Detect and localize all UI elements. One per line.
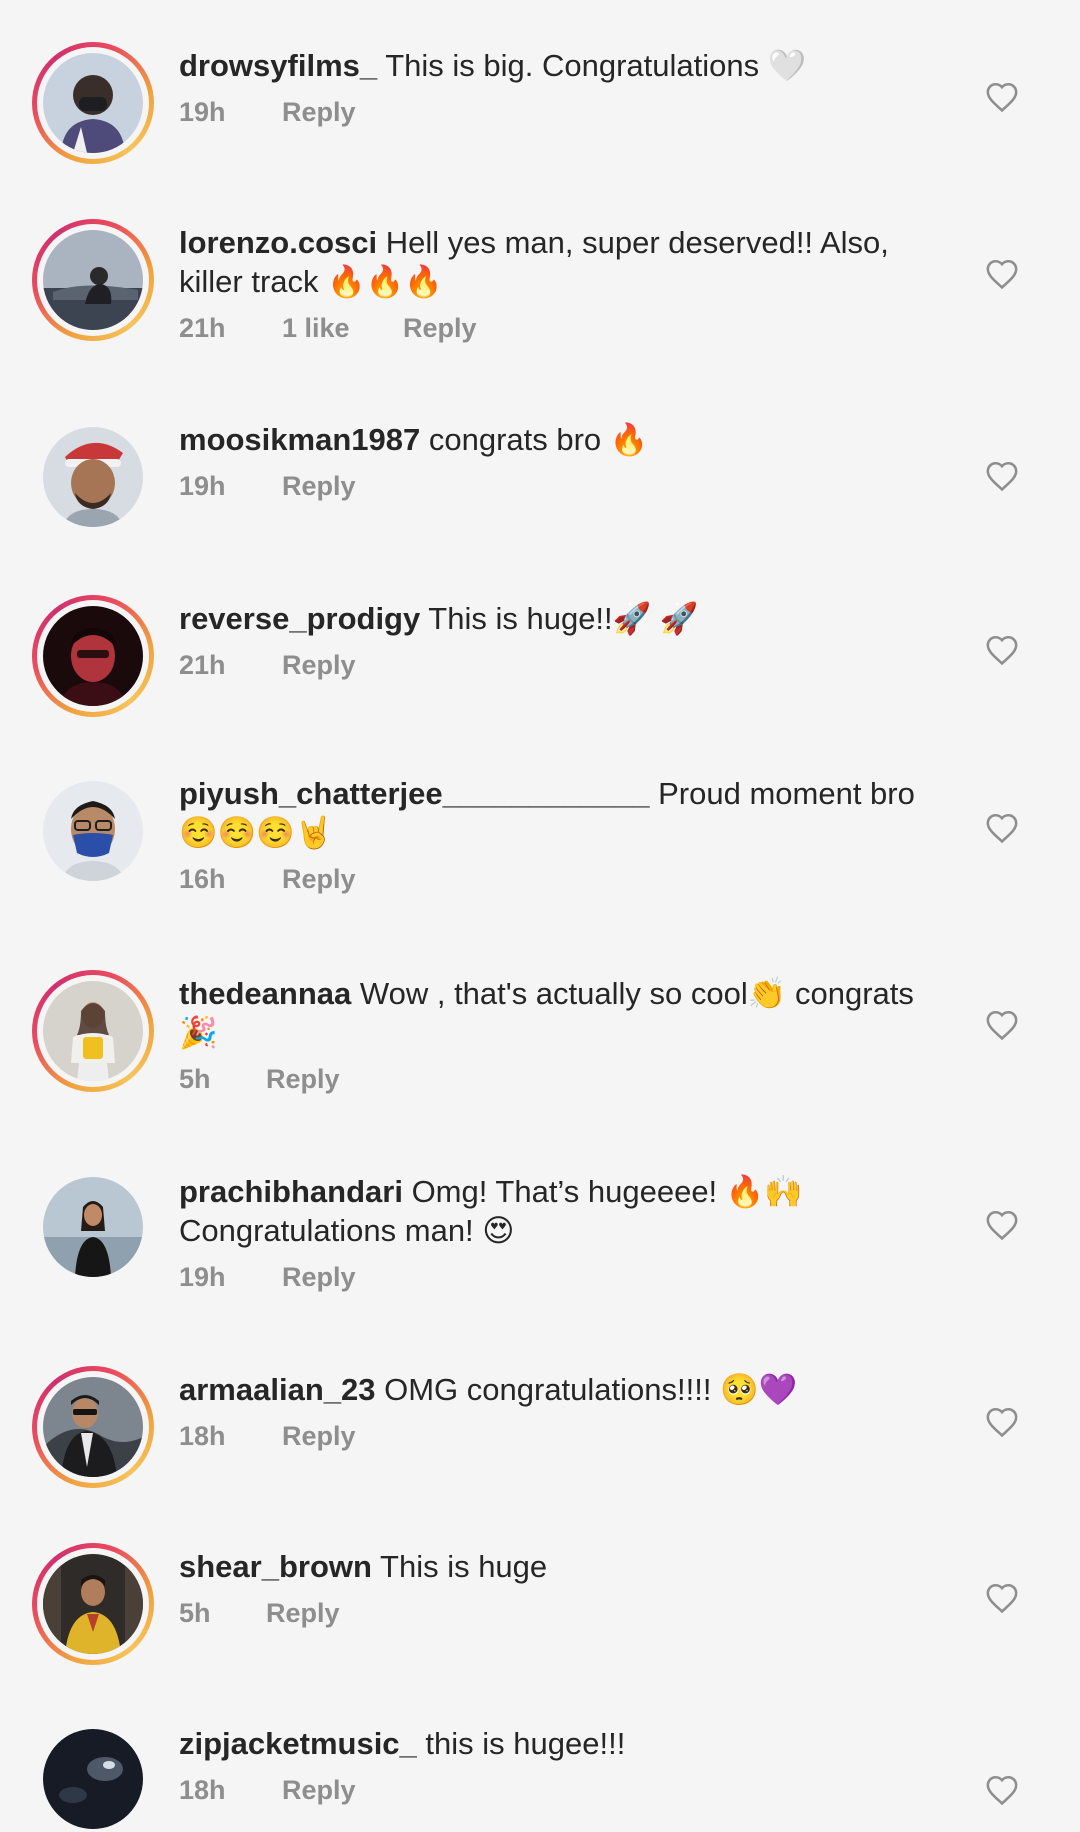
avatar-story-ring[interactable] xyxy=(32,970,154,1092)
avatar xyxy=(43,781,143,881)
avatar-story-ring[interactable] xyxy=(32,1366,154,1488)
comment-list: drowsyfilms_ This is big. Congratulation… xyxy=(0,0,1080,1832)
like-heart-icon[interactable] xyxy=(985,634,1019,666)
comment-item: lorenzo.cosci Hell yes man, super deserv… xyxy=(0,217,1080,397)
like-count[interactable]: 1 like xyxy=(282,313,403,344)
avatar xyxy=(43,1377,143,1477)
reply-button[interactable]: Reply xyxy=(282,471,356,502)
comment-text: This is big. Congratulations 🤍 xyxy=(385,48,807,83)
comment-text: This is huge!!🚀 🚀 xyxy=(428,601,699,636)
like-heart-icon[interactable] xyxy=(985,1406,1019,1438)
avatar xyxy=(43,230,143,330)
like-heart-icon[interactable] xyxy=(985,1009,1019,1041)
avatar xyxy=(43,1177,143,1277)
avatar-story-ring[interactable] xyxy=(32,1543,154,1665)
comment-text: this is hugee!!! xyxy=(425,1726,626,1761)
comment-username[interactable]: shear_brown xyxy=(179,1549,372,1584)
avatar xyxy=(43,1729,143,1829)
reply-button[interactable]: Reply xyxy=(266,1064,340,1095)
comment-username[interactable]: thedeannaa xyxy=(179,976,351,1011)
comment-username[interactable]: reverse_prodigy xyxy=(179,601,420,636)
like-heart-icon[interactable] xyxy=(985,258,1019,290)
comment-time: 16h xyxy=(179,864,226,894)
comment-time: 21h xyxy=(179,650,226,680)
comment-time: 19h xyxy=(179,471,226,501)
comment-username[interactable]: lorenzo.cosci xyxy=(179,225,377,260)
avatar-wrap[interactable] xyxy=(43,427,143,527)
abstract-dark-avatar xyxy=(43,1729,143,1829)
comment-item: zipjacketmusic_ this is hugee!!! 18h Rep… xyxy=(0,1718,1080,1832)
avatar-wrap[interactable] xyxy=(43,1729,143,1829)
comment-text: This is huge xyxy=(380,1549,548,1584)
person-yellow-jacket-avatar xyxy=(43,1554,143,1654)
reply-button[interactable]: Reply xyxy=(282,864,356,895)
reply-button[interactable]: Reply xyxy=(266,1598,340,1629)
comment-username[interactable]: moosikman1987 xyxy=(179,422,420,457)
avatar-story-ring[interactable] xyxy=(32,219,154,341)
avatar xyxy=(43,981,143,1081)
reply-button[interactable]: Reply xyxy=(282,97,356,128)
reply-button[interactable]: Reply xyxy=(282,1775,356,1806)
comment-item: drowsyfilms_ This is big. Congratulation… xyxy=(0,40,1080,190)
comment-username[interactable]: armaalian_23 xyxy=(179,1372,375,1407)
comment-time: 18h xyxy=(179,1775,226,1805)
avatar xyxy=(43,53,143,153)
person-red-light-avatar xyxy=(43,606,143,706)
person-sunglasses-avatar xyxy=(43,1377,143,1477)
reply-button[interactable]: Reply xyxy=(282,1421,356,1452)
like-heart-icon[interactable] xyxy=(985,460,1019,492)
comment-text: OMG congratulations!!!! 🥺💜 xyxy=(384,1372,798,1407)
avatar-story-ring[interactable] xyxy=(32,595,154,717)
avatar-story-ring[interactable] xyxy=(32,42,154,164)
comment-time: 19h xyxy=(179,97,226,127)
comment-item: shear_brown This is huge 5h Reply xyxy=(0,1541,1080,1691)
like-heart-icon[interactable] xyxy=(985,1209,1019,1241)
person-yellow-top-avatar xyxy=(43,981,143,1081)
person-santa-hat-avatar xyxy=(43,427,143,527)
comment-username[interactable]: drowsyfilms_ xyxy=(179,48,377,83)
comment-username[interactable]: zipjacketmusic_ xyxy=(179,1726,417,1761)
reply-button[interactable]: Reply xyxy=(282,650,356,681)
comment-username[interactable]: prachibhandari xyxy=(179,1174,403,1209)
comment-time: 5h xyxy=(179,1598,211,1628)
avatar-wrap[interactable] xyxy=(43,1177,143,1277)
avatar-wrap[interactable] xyxy=(43,781,143,881)
comment-username[interactable]: piyush_chatterjee____________ xyxy=(179,776,650,811)
person-blue-mask-avatar xyxy=(43,781,143,881)
reply-button[interactable]: Reply xyxy=(403,313,477,344)
avatar xyxy=(43,427,143,527)
avatar xyxy=(43,1554,143,1654)
comment-item: prachibhandari Omg! That’s hugeeee! 🔥🙌 C… xyxy=(0,1166,1080,1346)
like-heart-icon[interactable] xyxy=(985,1582,1019,1614)
like-heart-icon[interactable] xyxy=(985,812,1019,844)
like-heart-icon[interactable] xyxy=(985,1774,1019,1806)
person-beach-avatar xyxy=(43,1177,143,1277)
comment-text: congrats bro 🔥 xyxy=(428,422,649,457)
comment-time: 21h xyxy=(179,313,226,343)
comment-time: 18h xyxy=(179,1421,226,1451)
comment-time: 5h xyxy=(179,1064,211,1094)
comment-item: moosikman1987 congrats bro 🔥 19h Reply xyxy=(0,416,1080,566)
comment-item: thedeannaa Wow , that's actually so cool… xyxy=(0,968,1080,1148)
comment-item: reverse_prodigy This is huge!!🚀 🚀 21h Re… xyxy=(0,593,1080,743)
like-heart-icon[interactable] xyxy=(985,81,1019,113)
avatar xyxy=(43,606,143,706)
reply-button[interactable]: Reply xyxy=(282,1262,356,1293)
comment-time: 19h xyxy=(179,1262,226,1292)
comment-item: piyush_chatterjee____________ Proud mome… xyxy=(0,770,1080,950)
person-outdoors-avatar xyxy=(43,230,143,330)
person-in-mask-avatar xyxy=(43,53,143,153)
comment-item: armaalian_23 OMG congratulations!!!! 🥺💜 … xyxy=(0,1364,1080,1514)
